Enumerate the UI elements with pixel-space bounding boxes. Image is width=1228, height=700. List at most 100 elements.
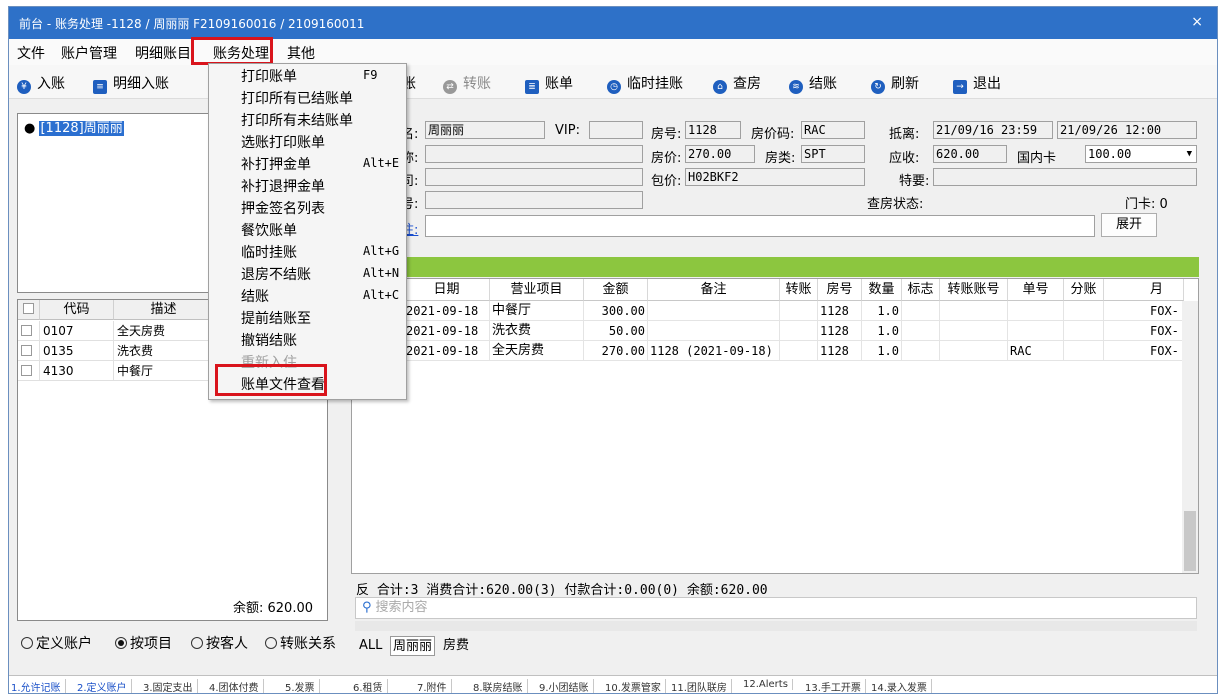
vertical-scrollbar[interactable] — [1182, 301, 1198, 573]
expand-button[interactable]: 展开 — [1101, 213, 1157, 237]
guest-name-field[interactable]: 周丽丽 — [425, 121, 545, 139]
special-field[interactable] — [933, 168, 1197, 186]
close-icon[interactable]: × — [1191, 14, 1203, 30]
col-qty[interactable]: 数量 — [862, 279, 902, 301]
menu-item-dining-bill[interactable]: 餐饮账单 — [241, 220, 297, 240]
tab-define-account[interactable]: 2.定义账户 — [77, 679, 132, 693]
depart-field[interactable]: 21/09/26 12:00 — [1057, 121, 1197, 139]
col-transfer[interactable]: 转账 — [780, 279, 818, 301]
menu-item-select-print[interactable]: 选账打印账单 — [241, 132, 325, 152]
menu-item-checkout-no-settle[interactable]: 退房不结账 — [241, 264, 311, 284]
menu-other[interactable]: 其他 — [287, 43, 315, 63]
col-transfer-acct[interactable]: 转账账号 — [940, 279, 1008, 301]
col-note[interactable]: 备注 — [648, 279, 780, 301]
menu-account-mgmt[interactable]: 账户管理 — [61, 43, 117, 63]
account-code: 0135 — [40, 341, 114, 361]
menu-item-reprint-refund[interactable]: 补打退押金单 — [241, 176, 325, 196]
database-icon: ≋ — [789, 80, 803, 94]
tab-group-link[interactable]: 11.团队联房 — [671, 679, 732, 693]
receivable-field[interactable]: 620.00 — [933, 145, 1007, 163]
col-desc[interactable]: 描述 — [114, 300, 214, 320]
tab-allow-posting[interactable]: 1.允许记账 — [11, 679, 66, 693]
col-flag[interactable]: 标志 — [902, 279, 940, 301]
refresh-button[interactable]: ↻ 刷新 — [871, 73, 919, 94]
row-checkbox[interactable] — [18, 321, 40, 341]
col-room[interactable]: 房号 — [818, 279, 862, 301]
menu-item-print-open[interactable]: 打印所有未结账单 — [241, 110, 353, 130]
exit-button[interactable]: → 退出 — [953, 73, 1001, 94]
room-field[interactable]: 1128 — [685, 121, 741, 139]
tx-item: 中餐厅 — [490, 301, 584, 321]
horizontal-scrollbar[interactable] — [355, 621, 1197, 631]
tab-alerts[interactable]: 12.Alerts — [743, 679, 793, 690]
check-room-button[interactable]: ⌂ 查房 — [713, 73, 761, 94]
scroll-thumb[interactable] — [1184, 511, 1196, 571]
tab-lease[interactable]: 6.租赁 — [353, 679, 388, 693]
tab-invoice-manager[interactable]: 10.发票管家 — [605, 679, 666, 693]
tab-linked-checkout[interactable]: 8.联房结账 — [473, 679, 528, 693]
menu-details[interactable]: 明细账目 — [135, 43, 191, 63]
menu-item-print-closed[interactable]: 打印所有已结账单 — [241, 88, 353, 108]
col-split[interactable]: 分账 — [1064, 279, 1104, 301]
filter-by-item[interactable]: 按项目 — [115, 633, 172, 653]
transfer-button[interactable]: ⇄ 转账 — [443, 73, 491, 94]
col-bill-no[interactable]: 单号 — [1008, 279, 1064, 301]
rate-field[interactable]: 270.00 — [685, 145, 755, 163]
menu-item-checkout[interactable]: 结账 — [241, 286, 269, 306]
tx-transfer — [780, 341, 818, 361]
detail-post-button[interactable]: ≡ 明细入账 — [93, 73, 169, 94]
col-code[interactable]: 代码 — [40, 300, 114, 320]
percent-select[interactable]: 100.00 ▼ — [1085, 145, 1197, 163]
post-button[interactable]: ¥ 入账 — [17, 73, 65, 94]
vip-field[interactable] — [589, 121, 643, 139]
number-field[interactable] — [425, 191, 643, 209]
shortcut: Alt+N — [363, 266, 400, 280]
room-type-field[interactable]: SPT — [801, 145, 865, 163]
col-item[interactable]: 营业项目 — [490, 279, 584, 301]
row-checkbox[interactable] — [18, 341, 40, 361]
tab-group-pay[interactable]: 4.团体付费 — [209, 679, 264, 693]
col-date[interactable]: 日期 — [404, 279, 490, 301]
menu-item-reprint-deposit[interactable]: 补打押金单 — [241, 154, 311, 174]
filter-define-account[interactable]: 定义账户 — [21, 633, 92, 653]
tx-amount: 270.00 — [584, 341, 648, 361]
menu-file[interactable]: 文件 — [17, 43, 45, 63]
checkout-button[interactable]: ≋ 结账 — [789, 73, 837, 94]
tab-enter-invoice[interactable]: 14.录入发票 — [871, 679, 932, 693]
select-all-checkbox[interactable] — [18, 300, 40, 320]
company-field[interactable] — [425, 168, 643, 186]
rate-code-field[interactable]: RAC — [801, 121, 865, 139]
col-amount[interactable]: 金额 — [584, 279, 648, 301]
filter-by-guest[interactable]: 按客人 — [191, 633, 248, 653]
rate-label: 房价: — [651, 151, 682, 166]
menu-item-early-checkout[interactable]: 提前结账至 — [241, 308, 311, 328]
tx-flag — [902, 341, 940, 361]
tab-attachment[interactable]: 7.附件 — [417, 679, 452, 693]
tab-fixed-expense[interactable]: 3.固定支出 — [143, 679, 198, 693]
arrive-field[interactable]: 21/09/16 23:59 — [933, 121, 1053, 139]
menu-item-print-bill[interactable]: 打印账单 — [241, 66, 297, 86]
tab-manual-invoice[interactable]: 13.手工开票 — [805, 679, 866, 693]
title-bar: 前台 - 账务处理 -1128 / 周丽丽 F2109160016 / 2109… — [9, 7, 1217, 39]
tree-node-guest[interactable]: ● [1128]周丽丽 — [24, 117, 124, 136]
bill-button[interactable]: ≣ 账单 — [525, 73, 573, 94]
tab-small-group-checkout[interactable]: 9.小团结账 — [539, 679, 594, 693]
filter-transfer-relation[interactable]: 转账关系 — [265, 633, 336, 653]
remark-field[interactable] — [425, 215, 1095, 237]
col-end[interactable]: 月 — [1104, 279, 1184, 301]
menu-item-undo-checkout[interactable]: 撤销结账 — [241, 330, 297, 350]
package-field[interactable]: H02BKF2 — [685, 168, 865, 186]
hold-button[interactable]: ◷ 临时挂账 — [607, 73, 683, 94]
row-checkbox[interactable] — [18, 361, 40, 381]
search-input[interactable]: ⚲ 搜索内容 — [355, 597, 1197, 619]
tx-qty: 1.0 — [862, 341, 902, 361]
menu-item-deposit-signatures[interactable]: 押金签名列表 — [241, 198, 325, 218]
door-card-count: 门卡: 0 — [1125, 197, 1168, 212]
tab-room-charge[interactable]: 房费 — [443, 636, 469, 656]
menu-item-hold[interactable]: 临时挂账 — [241, 242, 297, 262]
totals-summary: 反 合计:3 消费合计:620.00(3) 付款合计:0.00(0) 余额:62… — [356, 583, 768, 598]
tab-all[interactable]: ALL — [359, 636, 382, 656]
tab-invoice[interactable]: 5.发票 — [285, 679, 320, 693]
title-field[interactable] — [425, 145, 643, 163]
tab-guest[interactable]: 周丽丽 — [390, 636, 436, 656]
